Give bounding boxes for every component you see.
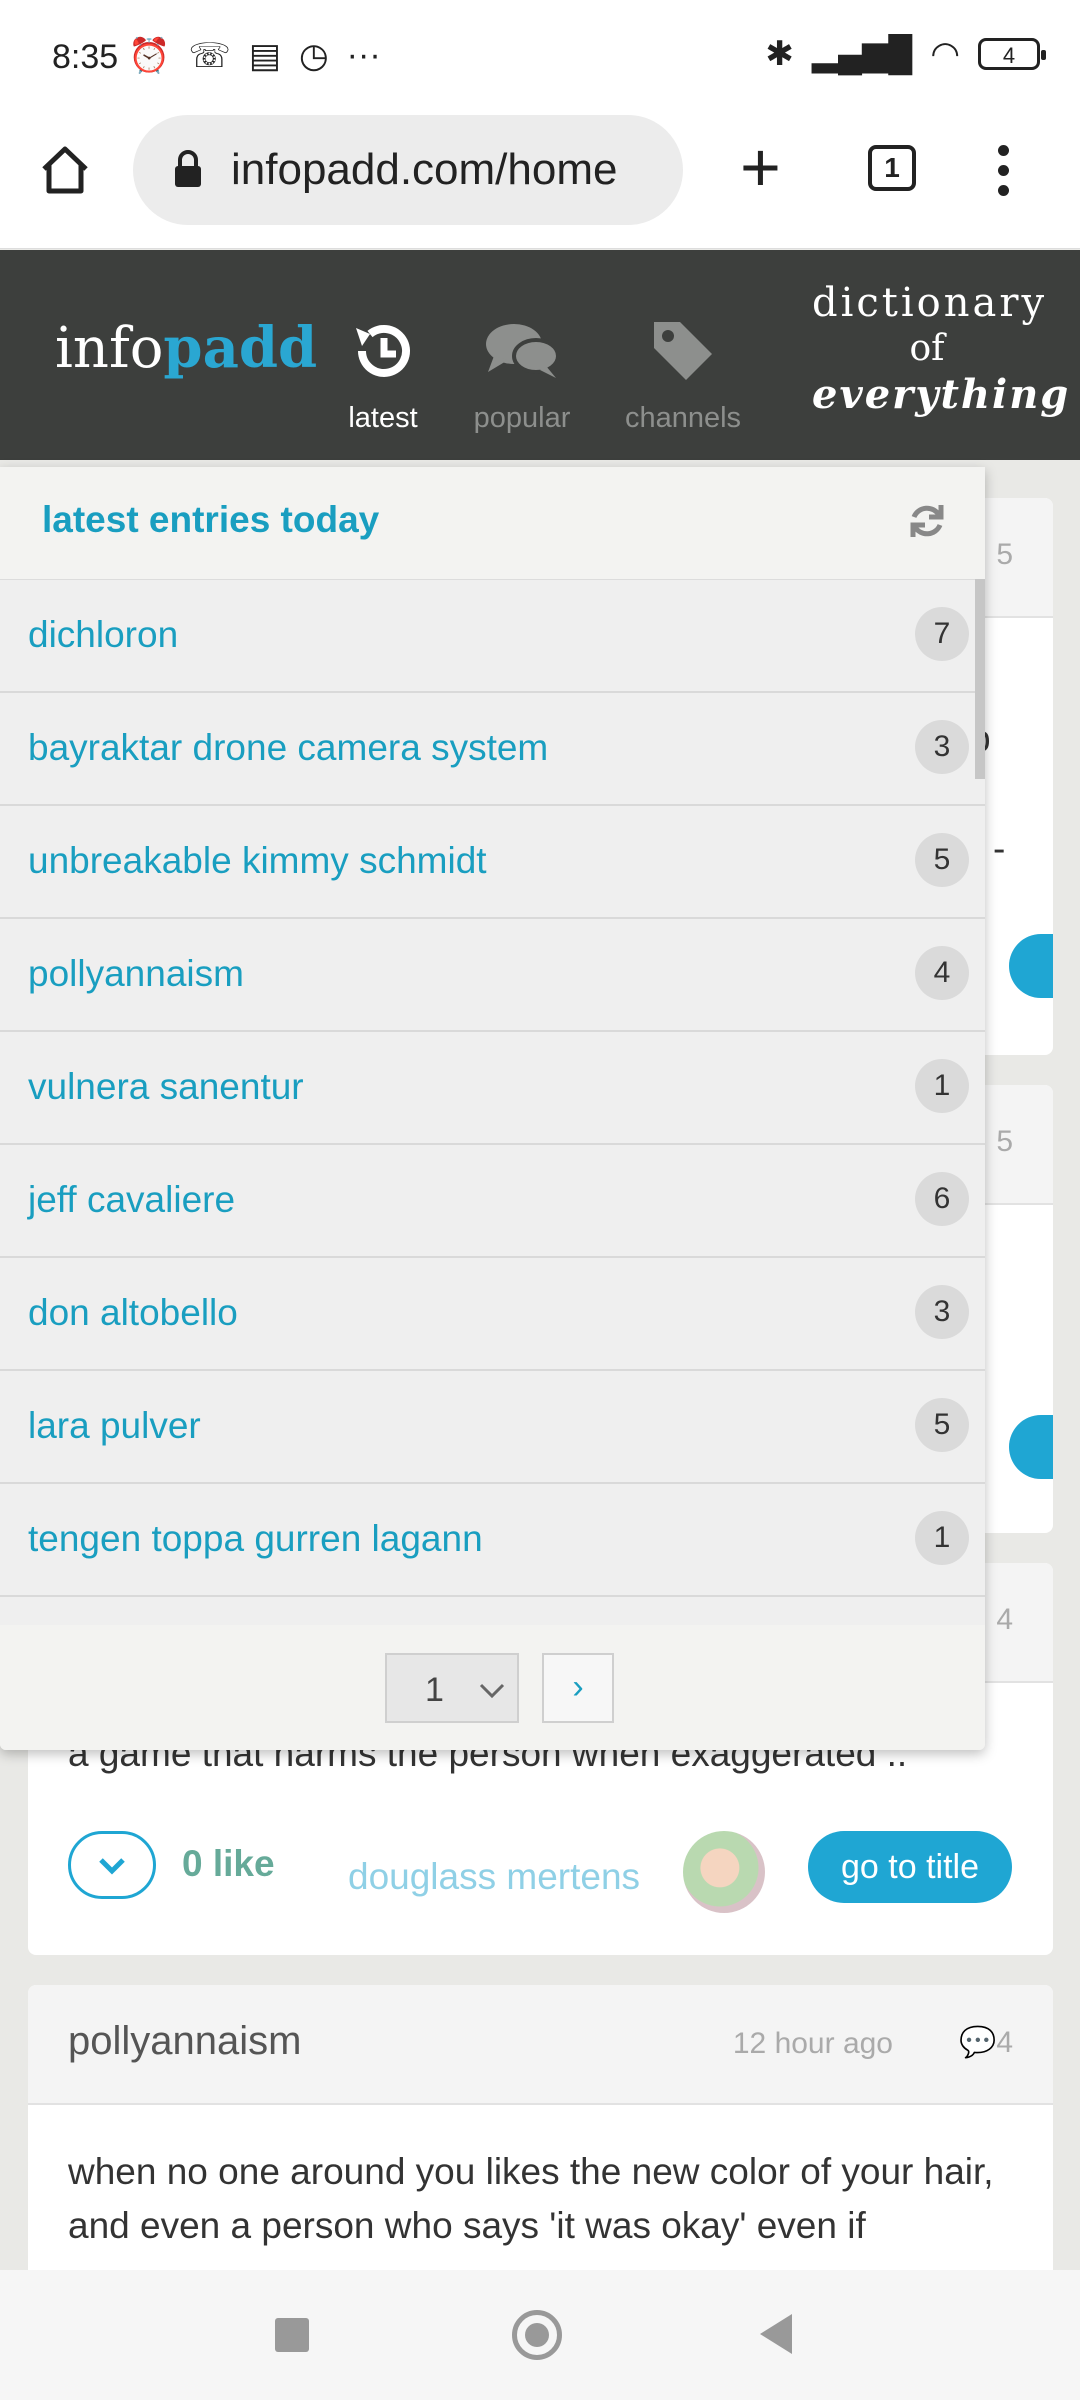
home-icon (42, 146, 88, 194)
list-item[interactable]: tengen toppa gurren lagann 1 (0, 1484, 985, 1597)
site-header: infopadd latest popular channels diction… (0, 250, 1080, 460)
clock-icon: ◷ (299, 37, 329, 75)
site-logo[interactable]: infopadd (55, 315, 317, 381)
list-item[interactable]: lara pulver 5 (0, 1371, 985, 1484)
entry-count-badge: 5 (915, 1398, 969, 1452)
pagination: 1 › (0, 1625, 985, 1750)
lock-icon (175, 150, 201, 187)
list-item[interactable]: pollyannaism 4 (0, 919, 985, 1032)
entry-count-badge: 4 (915, 946, 969, 1000)
tab-popular[interactable]: popular (447, 316, 597, 435)
panel-title: latest entries today (42, 499, 380, 540)
comment-count: 5 (996, 1125, 1013, 1158)
comment-count: 5 (996, 538, 1013, 571)
refresh-icon[interactable] (907, 501, 947, 541)
site-tagline: dictionary of everything (812, 280, 1071, 418)
battery-icon: 4 (978, 38, 1046, 70)
list-item[interactable]: don altobello 3 (0, 1258, 985, 1371)
entry-title[interactable]: pollyannaism (68, 2019, 301, 2064)
list-item[interactable]: unbreakable kimmy schmidt 5 (0, 806, 985, 919)
entry-count-badge: 1 (915, 1059, 969, 1113)
scrollbar[interactable] (975, 579, 985, 779)
avatar[interactable] (683, 1831, 765, 1913)
entry-text: when no one around you likes the new col… (68, 2151, 994, 2246)
wifi-icon: ◠ (930, 35, 960, 73)
url-text: infopadd.com/home (231, 145, 618, 194)
entry-count-badge: 5 (915, 833, 969, 887)
browser-toolbar: infopadd.com/home + 1 (0, 115, 1080, 249)
system-nav-bar (0, 2270, 1080, 2400)
list-item[interactable]: dichloron 7 (0, 580, 985, 693)
entry-card: pollyannaism 12 hour ago 💬4 when no one … (28, 1985, 1053, 2285)
bluetooth-icon: ✱ (765, 35, 794, 73)
new-tab-button[interactable]: + (740, 132, 781, 202)
list-item[interactable]: bayraktar drone camera system 3 (0, 693, 985, 806)
recents-button[interactable] (275, 2318, 309, 2352)
back-button[interactable] (760, 2314, 792, 2354)
entry-count-badge: 3 (915, 720, 969, 774)
list-item[interactable] (0, 1597, 985, 1625)
clock: 8:35 (52, 38, 119, 76)
entry-time: 12 hour ago (732, 2027, 893, 2060)
expand-button[interactable] (68, 1831, 156, 1899)
author-link[interactable]: douglass mertens (348, 1856, 640, 1898)
tag-icon (654, 322, 712, 380)
home-nav-button[interactable] (512, 2310, 562, 2360)
home-button[interactable] (38, 143, 92, 197)
tab-channels[interactable]: channels (608, 316, 758, 435)
latest-entries-panel: latest entries today dichloron 7 bayrakta… (0, 467, 985, 1750)
go-to-title-button[interactable] (1009, 934, 1053, 998)
message-icon: ▤ (248, 37, 281, 75)
tab-latest[interactable]: latest (308, 316, 458, 435)
entry-count-badge: 1 (915, 1511, 969, 1565)
missed-call-icon: ☏ (188, 37, 231, 75)
like-count: 0 like (182, 1843, 275, 1884)
more-notifications-icon: ··· (346, 36, 381, 74)
go-to-title-button[interactable] (1009, 1415, 1053, 1479)
entry-count-badge: 7 (915, 607, 969, 661)
history-icon (356, 324, 410, 377)
chat-bubbles-icon (486, 324, 560, 378)
entry-count-badge: 6 (915, 1172, 969, 1226)
list-item[interactable]: jeff cavaliere 6 (0, 1145, 985, 1258)
next-page-button[interactable]: › (542, 1653, 614, 1723)
alarm-icon: ⏰ (128, 37, 171, 75)
go-to-title-button[interactable]: go to title (808, 1831, 1012, 1903)
comment-count: 4 (996, 2026, 1013, 2059)
page-select[interactable]: 1 (385, 1653, 519, 1723)
signal-icon: ▂▄▆█ (811, 35, 913, 73)
comment-count: 4 (996, 1603, 1013, 1636)
chevron-down-icon (99, 1858, 125, 1875)
entry-count-badge: 3 (915, 1285, 969, 1339)
list-item[interactable]: vulnera sanentur 1 (0, 1032, 985, 1145)
overflow-menu-button[interactable] (996, 145, 1010, 197)
panel-header: latest entries today (0, 467, 985, 581)
status-bar: 8:35 ⏰ ☏ ▤ ◷ ··· ✱ ▂▄▆█ ◠ 4 (0, 0, 1080, 115)
entry-list[interactable]: dichloron 7 bayraktar drone camera system… (0, 580, 985, 1625)
tab-switcher-button[interactable]: 1 (868, 145, 916, 191)
comment-icon: 💬 (958, 2026, 997, 2059)
chevron-down-icon (479, 1683, 505, 1699)
address-bar[interactable]: infopadd.com/home (133, 115, 683, 225)
